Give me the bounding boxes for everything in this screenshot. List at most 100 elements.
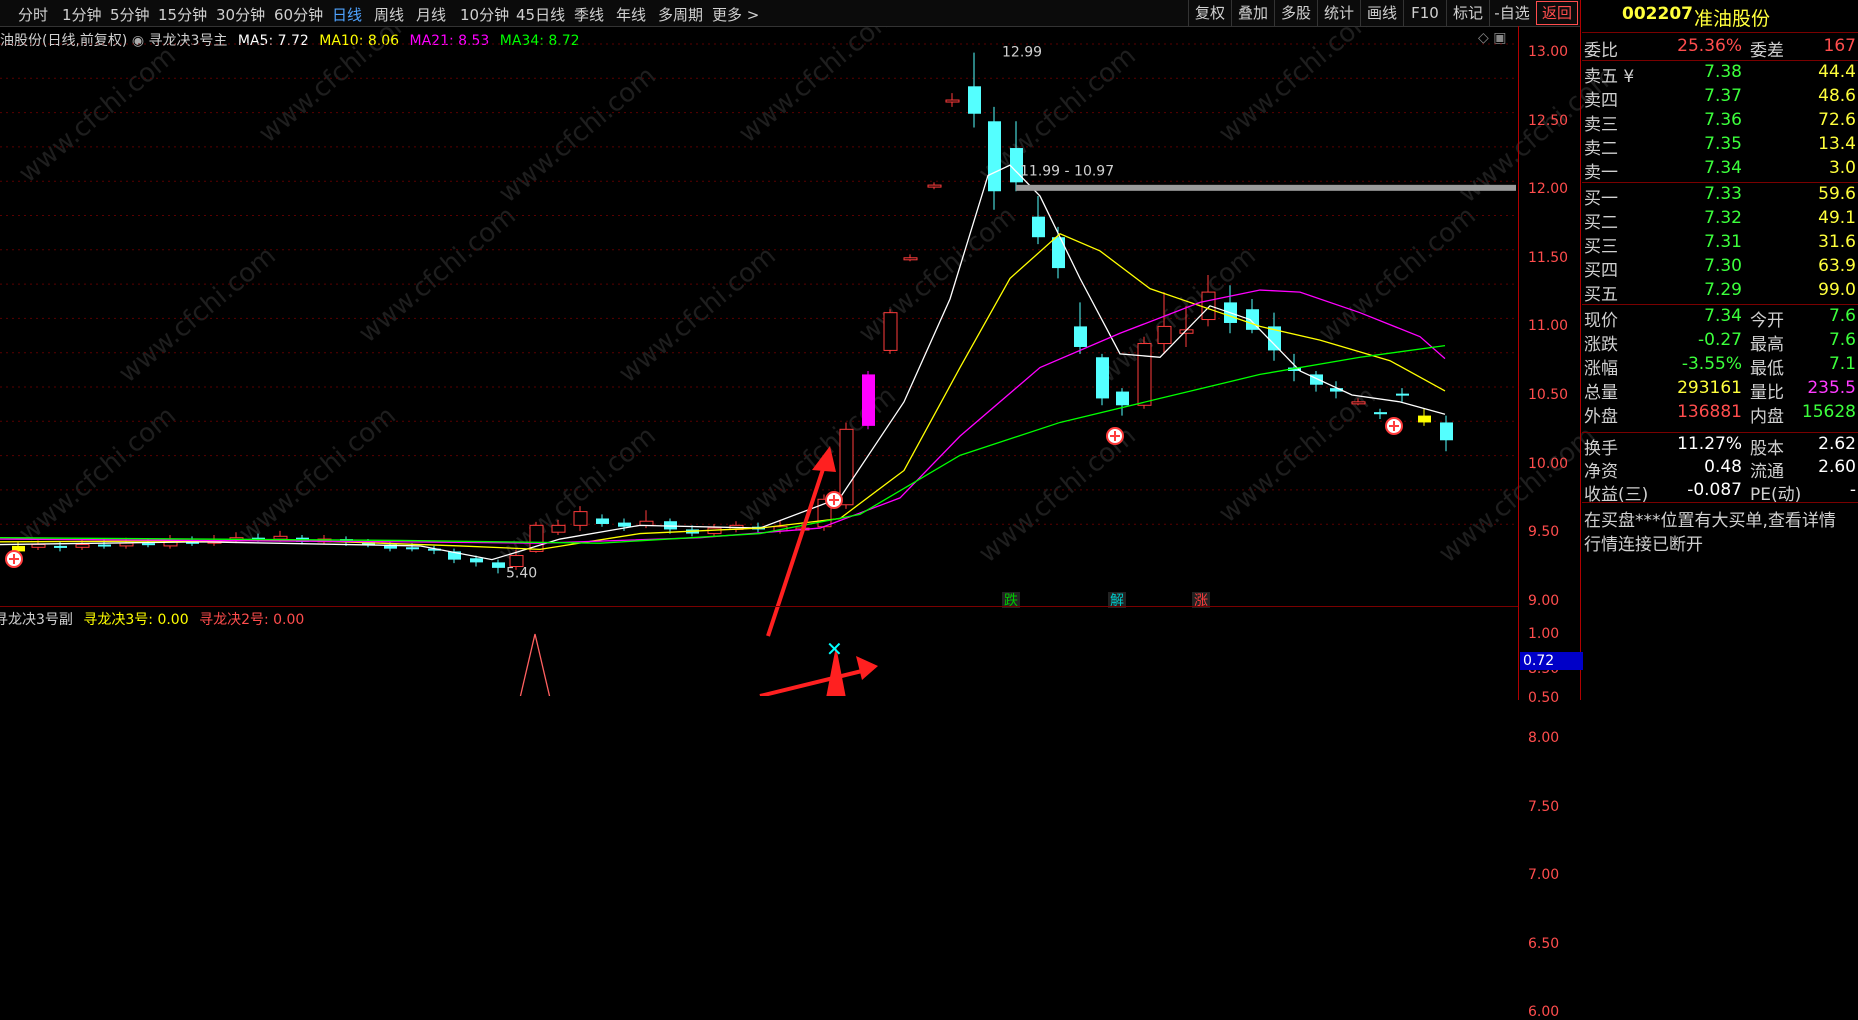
- candle-body: [1032, 216, 1045, 238]
- stat-row: 收益(三) -0.087 PE(动) -: [1582, 480, 1858, 505]
- order-volume: 44.4: [1818, 62, 1856, 82]
- stat-value: 0.48: [1704, 457, 1742, 477]
- stat-value: -0.27: [1698, 330, 1742, 350]
- connection-status: 行情连接已断开: [1584, 535, 1703, 555]
- quote-row[interactable]: 买四 7.30 63.9: [1582, 256, 1858, 281]
- stat-label: 股本: [1750, 439, 1784, 459]
- f10-button[interactable]: F10: [1403, 0, 1446, 26]
- candle-body: [75, 544, 90, 548]
- ma34-line: [0, 344, 1446, 544]
- stat-label: 换手: [1584, 439, 1618, 459]
- order-price: 7.31: [1704, 232, 1742, 252]
- period-toolbar: 分时 1分钟 5分钟 15分钟 30分钟 60分钟 日线 周线 月线 10分钟 …: [0, 0, 1580, 27]
- stat-value: -3.55%: [1681, 354, 1742, 374]
- quote-row[interactable]: 卖四 7.37 48.6: [1582, 86, 1858, 111]
- candle-body: [839, 428, 854, 506]
- overlay-button[interactable]: 叠加: [1231, 0, 1274, 26]
- weicha-label: 委差: [1750, 41, 1784, 61]
- period-60min[interactable]: 60分钟: [274, 4, 323, 25]
- candle-body: [470, 558, 483, 563]
- stat-label: 最高: [1750, 335, 1784, 355]
- quote-row[interactable]: 买五 7.29 99.0: [1582, 280, 1858, 305]
- candle-body: [273, 535, 288, 540]
- arrow-line: [759, 668, 867, 696]
- candle-body: [862, 374, 875, 426]
- stats-button[interactable]: 统计: [1317, 0, 1360, 26]
- quote-row[interactable]: 买二 7.32 49.1: [1582, 208, 1858, 233]
- draw-button[interactable]: 画线: [1360, 0, 1403, 26]
- candle-body: [31, 544, 46, 548]
- candle-body: [573, 511, 588, 526]
- candle-body: [1440, 422, 1453, 441]
- stat-row: 涨跌 -0.27 最高 7.6: [1582, 330, 1858, 355]
- stat-value: 7.6: [1828, 306, 1856, 326]
- order-price: 7.37: [1704, 86, 1742, 106]
- period-15min[interactable]: 15分钟: [158, 4, 207, 25]
- stat-label: 最低: [1750, 359, 1784, 379]
- quote-row[interactable]: 卖三 7.36 72.6: [1582, 110, 1858, 135]
- period-more[interactable]: 更多 >: [712, 4, 759, 25]
- stat-value: 2.60: [1818, 457, 1856, 477]
- period-week[interactable]: 周线: [374, 4, 404, 25]
- mark-button[interactable]: 标记: [1446, 0, 1489, 26]
- axis-divider: [1518, 26, 1519, 700]
- resistance-bar: [1016, 184, 1516, 191]
- subchart-value-2: 寻龙决2号: 0.00: [199, 612, 305, 628]
- stat-value: 136881: [1677, 402, 1742, 422]
- price-axis-label: 10.00: [1528, 455, 1569, 472]
- stat-label: 今开: [1750, 311, 1784, 331]
- period-1min[interactable]: 1分钟: [62, 4, 102, 25]
- period-season[interactable]: 季线: [574, 4, 604, 25]
- quote-row[interactable]: 卖二 7.35 13.4: [1582, 134, 1858, 159]
- order-label: 买三: [1584, 237, 1618, 257]
- candle-body: [492, 562, 505, 568]
- order-price: 7.32: [1704, 208, 1742, 228]
- period-5min[interactable]: 5分钟: [110, 4, 150, 25]
- stat-row: 净资 0.48 流通 2.60: [1582, 457, 1858, 482]
- multi-stock-button[interactable]: 多股: [1274, 0, 1317, 26]
- candle-body: [1137, 343, 1152, 406]
- candle-body: [1351, 401, 1366, 405]
- period-multi[interactable]: 多周期: [658, 4, 703, 25]
- stat-value: 7.34: [1704, 306, 1742, 326]
- ma5-line: [0, 164, 1446, 561]
- sub-axis-3: 0.50: [1528, 690, 1560, 706]
- stat-label: 现价: [1584, 311, 1618, 331]
- order-label: 卖三: [1584, 115, 1618, 135]
- price-axis-label: 11.50: [1528, 249, 1569, 266]
- kline-chart[interactable]: 12.995.4011.99 - 10.97跌解涨✕: [0, 26, 1518, 696]
- order-volume: 72.6: [1818, 110, 1856, 130]
- sub-axis-current: 0.72: [1520, 652, 1583, 670]
- order-price: 7.33: [1704, 184, 1742, 204]
- quote-row[interactable]: 买一 7.33 59.6: [1582, 184, 1858, 209]
- candle-body: [596, 518, 609, 524]
- period-month[interactable]: 月线: [416, 4, 446, 25]
- period-10min[interactable]: 10分钟: [460, 4, 509, 25]
- period-year[interactable]: 年线: [616, 4, 646, 25]
- quote-row[interactable]: 卖五 ¥ 7.38 44.4: [1582, 62, 1858, 87]
- price-axis-label: 8.00: [1528, 730, 1560, 746]
- order-price: 7.36: [1704, 110, 1742, 130]
- period-fenshi[interactable]: 分时: [18, 4, 48, 25]
- stat-value: 2.62: [1818, 434, 1856, 454]
- order-label: 卖四: [1584, 91, 1618, 111]
- price-axis-label: 12.00: [1528, 181, 1569, 198]
- quote-row[interactable]: 买三 7.31 31.6: [1582, 232, 1858, 257]
- candle-body: [927, 184, 942, 188]
- period-45day[interactable]: 45日线: [516, 4, 565, 25]
- stat-label: 外盘: [1584, 407, 1618, 427]
- quote-row[interactable]: 卖一 7.34 3.0: [1582, 158, 1858, 183]
- period-30min[interactable]: 30分钟: [216, 4, 265, 25]
- fuquan-button[interactable]: 复权: [1188, 0, 1231, 26]
- candle-body: [988, 121, 1001, 192]
- price-axis-label: 10.50: [1528, 387, 1569, 403]
- period-day[interactable]: 日线: [332, 4, 362, 25]
- order-price: 7.34: [1704, 158, 1742, 178]
- subchart-name[interactable]: 寻龙决3号副: [0, 612, 73, 628]
- sub-axis-1: 1.00: [1528, 626, 1560, 642]
- back-button[interactable]: 返回: [1536, 1, 1578, 25]
- candle-body: [883, 312, 898, 351]
- order-volume: 59.6: [1818, 184, 1856, 204]
- big-order-notice[interactable]: 在买盘***位置有大买单,查看详情: [1584, 506, 1836, 531]
- watchlist-button[interactable]: -自选: [1489, 0, 1534, 26]
